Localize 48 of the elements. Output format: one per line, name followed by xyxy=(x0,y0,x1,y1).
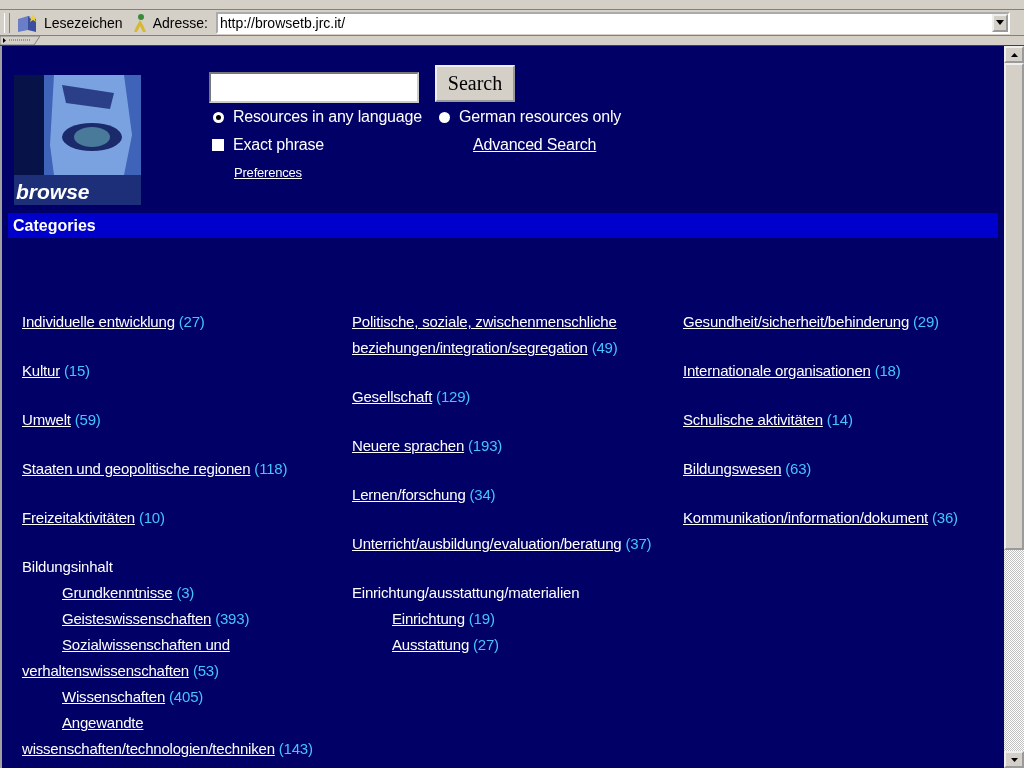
scroll-up-button[interactable] xyxy=(1004,46,1024,63)
category-entry[interactable]: Schulische aktivitäten (14) xyxy=(683,407,1003,433)
category-entry[interactable]: Staaten und geopolitische regionen (118) xyxy=(22,456,352,482)
category-entry[interactable]: Unterricht/ausbildung/evaluation/beratung (37) xyxy=(352,531,652,557)
links-bar-handle[interactable] xyxy=(0,36,40,45)
category-entry[interactable]: Geisteswissenschaften (393) xyxy=(22,606,352,632)
category-entry[interactable]: Ausstattung (27) xyxy=(352,632,652,658)
category-entry[interactable]: Grundkenntnisse (3) xyxy=(22,580,352,606)
address-box[interactable]: http://browsetb.jrc.it/ xyxy=(215,11,1010,34)
checkbox-label: Exact phrase xyxy=(233,136,324,154)
book-icon[interactable] xyxy=(16,12,40,33)
advanced-search-link[interactable]: Advanced Search xyxy=(473,136,597,153)
logo-text: browse xyxy=(16,180,90,204)
radio-label: Resources in any language xyxy=(233,108,422,126)
radio-button[interactable] xyxy=(439,111,450,123)
bookmarks-label[interactable]: Lesezeichen xyxy=(44,14,123,31)
category-entry[interactable]: Gesellschaft (129) xyxy=(352,384,652,410)
address-label: Adresse: xyxy=(152,14,208,31)
scroll-down-button[interactable] xyxy=(1004,751,1024,768)
category-entry[interactable]: Individuelle entwicklung (27) xyxy=(22,309,352,335)
caret-icon xyxy=(996,20,1004,25)
category-entry[interactable]: Einrichtung (19) xyxy=(352,606,652,632)
category-entry[interactable]: Umwelt (59) xyxy=(22,407,352,433)
preferences-link[interactable]: Preferences xyxy=(234,165,302,180)
search-field[interactable] xyxy=(209,72,419,103)
category-entry[interactable]: Lernen/forschung (34) xyxy=(352,482,652,508)
category-group-label: Einrichtung/ausstattung/materialien xyxy=(352,583,581,603)
up-arrow-icon xyxy=(1010,52,1018,57)
categories-heading: Categories xyxy=(8,213,998,238)
scrollbar-thumb[interactable] xyxy=(1004,63,1024,550)
down-arrow-icon xyxy=(1010,757,1018,762)
category-entry[interactable]: Kultur (15) xyxy=(22,358,352,384)
category-entry[interactable]: Wissenschaften (405) xyxy=(22,684,352,710)
checkbox[interactable] xyxy=(212,139,224,151)
category-entry[interactable]: Angewandte wissenschaften/technologien/techniken (143) xyxy=(22,710,352,762)
category-entry[interactable]: Sozialwissenschaften und verhaltenswissenschaften (53) xyxy=(22,632,352,684)
category-entry[interactable]: Kommunikation/information/dokument (36) xyxy=(683,505,1003,531)
radio-button[interactable] xyxy=(213,111,224,123)
dropdown-button[interactable] xyxy=(992,13,1008,32)
category-entry[interactable]: Politische, soziale, zwischenmenschliche beziehungen/integration/segregation (49) xyxy=(352,309,652,361)
radio-label: German resources only xyxy=(459,108,622,126)
category-entry[interactable]: Freizeitaktivitäten (10) xyxy=(22,505,352,531)
category-entry[interactable]: Bildungswesen (63) xyxy=(683,456,1003,482)
category-group-label: Bildungsinhalt xyxy=(22,557,114,577)
category-entry[interactable]: Gesundheit/sicherheit/behinderung (29) xyxy=(683,309,1003,335)
category-entry[interactable]: Neuere sprachen (193) xyxy=(352,433,652,459)
search-button[interactable]: Search xyxy=(435,65,515,102)
category-entry[interactable]: Internationale organisationen (18) xyxy=(683,358,1003,384)
